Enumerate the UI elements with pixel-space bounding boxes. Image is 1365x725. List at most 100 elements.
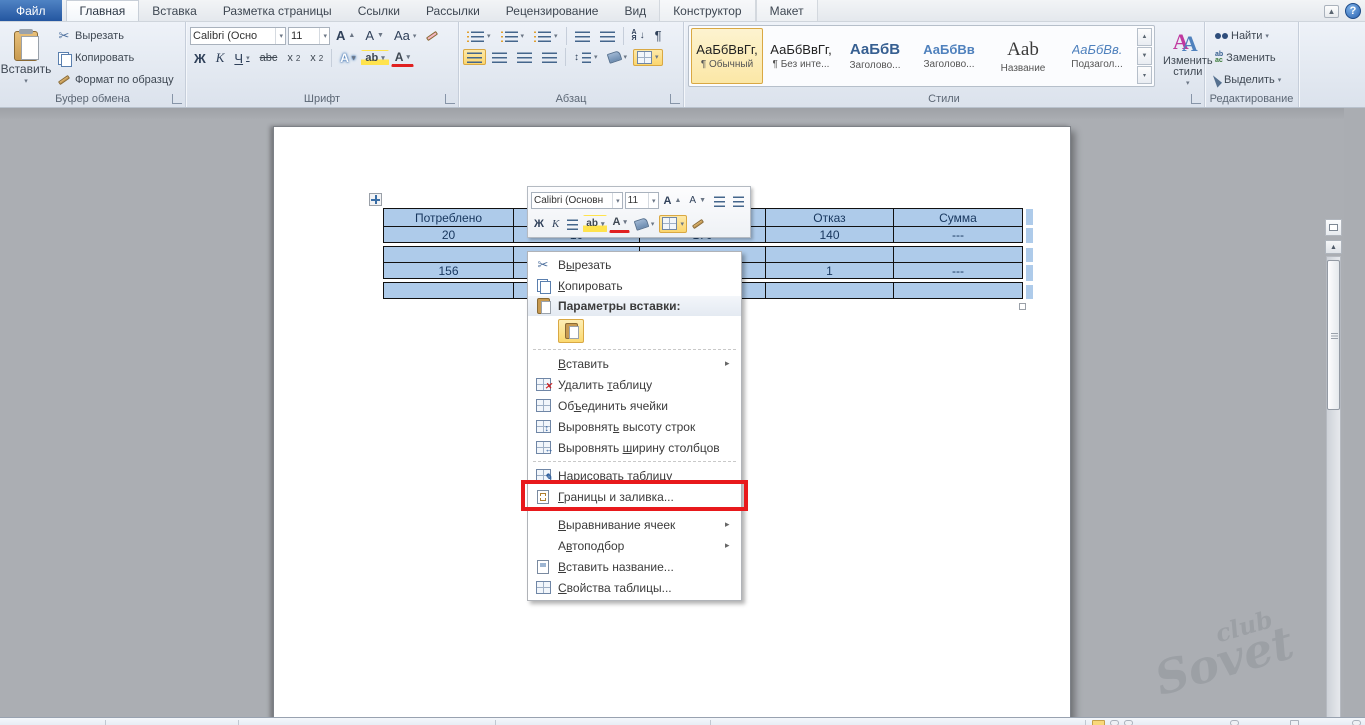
table-header-cell[interactable]: Отказ bbox=[766, 209, 894, 226]
justify-button[interactable] bbox=[538, 49, 561, 65]
menu-item-distribute-rows[interactable]: ↕ Выровнять высоту строк bbox=[528, 416, 741, 437]
align-left-button[interactable] bbox=[463, 49, 486, 65]
text-highlight-button[interactable]: ab▾ bbox=[361, 50, 388, 66]
table-cell[interactable]: 20 bbox=[384, 227, 514, 242]
table-header-cell[interactable]: Потреблено bbox=[384, 209, 514, 226]
increase-indent-button[interactable] bbox=[596, 28, 619, 44]
menu-item-cut[interactable]: ✂ Вырезать bbox=[528, 254, 741, 275]
paste-button[interactable]: Вставить ▾ bbox=[4, 25, 48, 91]
view-print-layout-button[interactable] bbox=[1092, 720, 1105, 725]
style-normal[interactable]: АаБбВвГг, ¶ Обычный bbox=[691, 28, 763, 84]
tab-references[interactable]: Ссылки bbox=[345, 0, 413, 21]
italic-button[interactable]: К bbox=[212, 48, 229, 68]
menu-item-distribute-columns[interactable]: ↔ Выровнять ширину столбцов bbox=[528, 437, 741, 458]
table-cell[interactable] bbox=[384, 283, 514, 298]
view-mode-button[interactable] bbox=[1124, 720, 1133, 725]
gallery-more-icon[interactable]: ▾ bbox=[1137, 66, 1152, 84]
gallery-scroll-down-icon[interactable]: ▼ bbox=[1137, 47, 1152, 65]
show-marks-button[interactable]: ¶ bbox=[651, 26, 666, 45]
tab-table-design[interactable]: Конструктор bbox=[659, 0, 755, 21]
zoom-out-button[interactable] bbox=[1230, 720, 1239, 725]
menu-item-merge-cells[interactable]: Объединить ячейки bbox=[528, 395, 741, 416]
shading-button[interactable]: ▾ bbox=[604, 50, 632, 64]
format-painter-button[interactable]: Формат по образцу bbox=[52, 71, 178, 89]
tab-insert[interactable]: Вставка bbox=[139, 0, 210, 21]
tab-page-layout[interactable]: Разметка страницы bbox=[210, 0, 345, 21]
style-no-spacing[interactable]: АаБбВвГг, ¶ Без инте... bbox=[765, 28, 837, 84]
copy-button[interactable]: Копировать bbox=[52, 49, 178, 67]
table-cell[interactable] bbox=[766, 283, 894, 298]
mini-increase-indent-button[interactable] bbox=[730, 192, 747, 210]
table-cell[interactable] bbox=[766, 247, 894, 262]
table-cell[interactable]: 156 bbox=[384, 263, 514, 278]
style-heading1[interactable]: АаБбВ Заголово... bbox=[839, 28, 911, 84]
shrink-font-button[interactable]: А▼ bbox=[361, 26, 388, 45]
select-button[interactable]: Выделить ▾ bbox=[1211, 71, 1292, 89]
menu-item-table-properties[interactable]: Свойства таблицы... bbox=[528, 577, 741, 598]
view-mode-button[interactable] bbox=[1110, 720, 1119, 725]
decrease-indent-button[interactable] bbox=[571, 28, 594, 44]
table-resize-handle[interactable] bbox=[1019, 303, 1026, 310]
style-heading2[interactable]: АаБбВв Заголово... bbox=[913, 28, 985, 84]
menu-item-copy[interactable]: Копировать bbox=[528, 275, 741, 296]
mini-highlight-button[interactable]: ab▾ bbox=[583, 215, 607, 233]
grow-font-button[interactable]: А▲ bbox=[332, 26, 359, 45]
table-cell[interactable] bbox=[894, 247, 1022, 262]
scrollbar-thumb[interactable] bbox=[1327, 260, 1340, 410]
numbering-button[interactable]: ▾ bbox=[497, 28, 529, 44]
replace-button[interactable]: abac Заменить bbox=[1211, 49, 1292, 67]
font-size-combo[interactable]: 11 ▾ bbox=[288, 27, 330, 45]
mini-format-painter-button[interactable] bbox=[689, 215, 707, 233]
ruler-toggle-button[interactable] bbox=[1325, 219, 1342, 236]
paste-keep-formatting-button[interactable] bbox=[558, 319, 584, 343]
menu-item-autofit[interactable]: Автоподбор ▸ bbox=[528, 535, 741, 556]
help-icon[interactable]: ? bbox=[1345, 3, 1361, 19]
table-cell[interactable] bbox=[894, 283, 1022, 298]
font-color-button[interactable]: А▾ bbox=[391, 50, 414, 67]
text-effects-button[interactable]: А▾ bbox=[336, 49, 359, 67]
tab-mailings[interactable]: Рассылки bbox=[413, 0, 493, 21]
underline-button[interactable]: Ч▾ bbox=[230, 49, 253, 68]
sort-button[interactable]: АЯ↓ bbox=[628, 28, 649, 44]
mini-grow-font-button[interactable]: А▲ bbox=[661, 192, 685, 210]
mini-align-center-button[interactable] bbox=[564, 215, 581, 233]
align-center-button[interactable] bbox=[488, 49, 511, 65]
mini-shrink-font-button[interactable]: А▼ bbox=[686, 192, 709, 210]
menu-item-cell-alignment[interactable]: Выравнивание ячеек ▸ bbox=[528, 514, 741, 535]
mini-italic-button[interactable]: К bbox=[549, 215, 562, 233]
table-cell[interactable]: 1 bbox=[766, 263, 894, 278]
table-move-handle-icon[interactable] bbox=[369, 193, 382, 206]
font-name-combo[interactable]: Calibri (Осно ▾ bbox=[190, 27, 286, 45]
tab-file[interactable]: Файл bbox=[0, 0, 62, 21]
line-spacing-button[interactable]: ↕▾ bbox=[570, 49, 602, 65]
clear-formatting-button[interactable] bbox=[422, 32, 442, 40]
change-case-button[interactable]: Aa▾ bbox=[390, 26, 420, 45]
dialog-launcher-icon[interactable] bbox=[445, 94, 455, 104]
tab-home[interactable]: Главная bbox=[66, 0, 140, 21]
align-right-button[interactable] bbox=[513, 49, 536, 65]
mini-font-color-button[interactable]: А▾ bbox=[609, 215, 629, 233]
tab-review[interactable]: Рецензирование bbox=[493, 0, 612, 21]
subscript-button[interactable]: x2 bbox=[283, 50, 304, 66]
cut-button[interactable]: ✂ Вырезать bbox=[52, 27, 178, 45]
dialog-launcher-icon[interactable] bbox=[172, 94, 182, 104]
mini-bold-button[interactable]: Ж bbox=[531, 215, 547, 233]
style-subtitle[interactable]: АаБбВв. Подзагол... bbox=[1061, 28, 1133, 84]
mini-borders-button[interactable]: ▾ bbox=[659, 215, 687, 233]
borders-button[interactable]: ▾ bbox=[633, 49, 663, 66]
tab-view[interactable]: Вид bbox=[611, 0, 659, 21]
multilevel-list-button[interactable]: ▾ bbox=[530, 28, 562, 44]
table-cell[interactable]: --- bbox=[894, 227, 1022, 242]
tab-table-layout[interactable]: Макет bbox=[756, 0, 818, 21]
dialog-launcher-icon[interactable] bbox=[1191, 94, 1201, 104]
bold-button[interactable]: Ж bbox=[190, 49, 210, 68]
table-cell[interactable]: 140 bbox=[766, 227, 894, 242]
superscript-button[interactable]: x2 bbox=[306, 50, 327, 66]
table-cell[interactable] bbox=[384, 247, 514, 262]
mini-font-name-combo[interactable]: Calibri (Основн ▾ bbox=[531, 192, 623, 209]
gallery-scroll-up-icon[interactable]: ▲ bbox=[1137, 28, 1152, 46]
find-button[interactable]: Найти ▾ bbox=[1211, 27, 1292, 45]
menu-item-insert[interactable]: Вставить ▸ bbox=[528, 353, 741, 374]
bullets-button[interactable]: ▾ bbox=[463, 28, 495, 44]
mini-font-size-combo[interactable]: 11 ▾ bbox=[625, 192, 659, 209]
